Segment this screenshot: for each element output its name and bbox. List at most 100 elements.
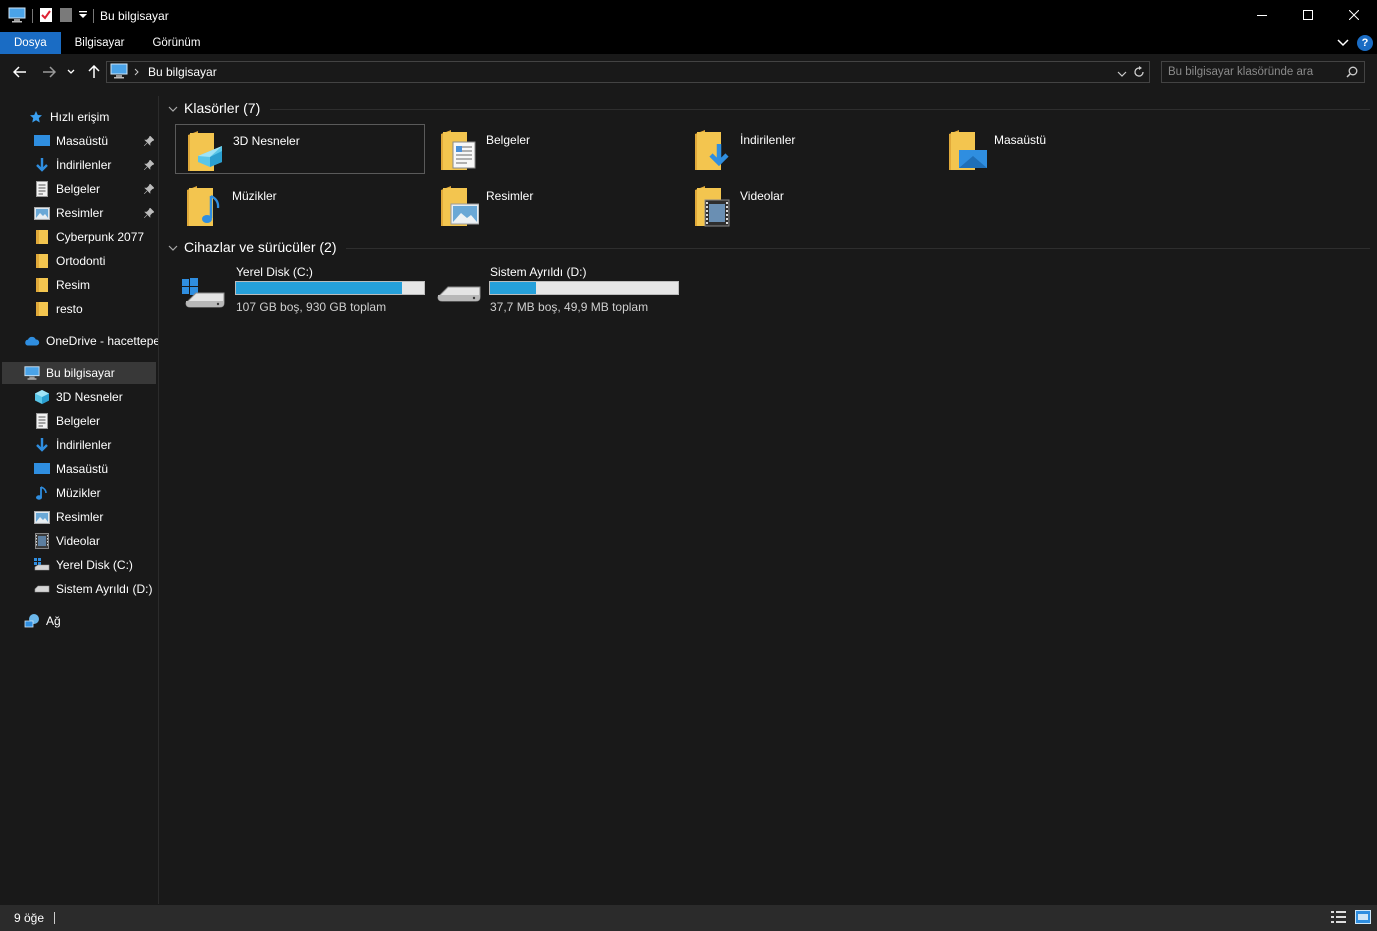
up-button[interactable] (84, 62, 104, 82)
search-icon[interactable] (1346, 66, 1358, 81)
sidebar-item-pc-documents[interactable]: Belgeler (34, 410, 158, 432)
sidebar-item-label: Müzikler (56, 486, 101, 500)
folder-tile-documents[interactable]: Belgeler (429, 124, 679, 174)
sidebar-item-label: Masaüstü (56, 462, 109, 476)
star-icon (28, 109, 44, 125)
sidebar-item-downloads[interactable]: İndirilenler (34, 154, 158, 176)
status-separator (54, 912, 56, 924)
expand-ribbon-icon[interactable] (1337, 36, 1349, 50)
folders-group-header[interactable]: Klasörler (7) (168, 100, 260, 116)
drive-tile-c[interactable]: Yerel Disk (C:) 107 GB boş, 930 GB topla… (180, 265, 430, 317)
address-dropdown-icon[interactable] (1117, 67, 1127, 81)
breadcrumb-this-pc[interactable]: Bu bilgisayar (148, 65, 217, 79)
pin-icon[interactable] (143, 207, 155, 221)
drive-tile-d[interactable]: Sistem Ayrıldı (D:) 37,7 MB boş, 49,9 MB… (434, 265, 684, 317)
folder-tile-music[interactable]: Müzikler (175, 180, 425, 230)
refresh-icon[interactable] (1133, 65, 1145, 82)
view-switcher (1331, 910, 1371, 927)
recent-locations-button[interactable] (64, 62, 78, 82)
3d-objects-icon (34, 389, 50, 405)
search-input[interactable] (1162, 66, 1337, 78)
maximize-button[interactable] (1285, 0, 1331, 30)
sidebar-item-pc-pictures[interactable]: Resimler (34, 506, 158, 528)
tab-gorunum[interactable]: Görünüm (138, 32, 214, 54)
navigation-pane: Hızlı erişim Masaüstü İndirilenler Belge… (0, 96, 159, 904)
window-title: Bu bilgisayar (100, 9, 169, 23)
picture-icon (34, 509, 50, 525)
sidebar-item-label: Ortodonti (56, 254, 106, 268)
devices-group-header[interactable]: Cihazlar ve sürücüler (2) (168, 239, 337, 255)
minimize-button[interactable] (1239, 0, 1285, 30)
close-button[interactable] (1331, 0, 1377, 30)
address-bar[interactable]: Bu bilgisayar (106, 61, 1150, 83)
back-button[interactable] (10, 62, 30, 82)
new-folder-icon[interactable] (59, 7, 73, 26)
sidebar-item-ortodonti[interactable]: Ortodonti (34, 250, 158, 272)
folder-tile-desktop[interactable]: Masaüstü (937, 124, 1187, 174)
tab-dosya[interactable]: Dosya (0, 32, 61, 54)
help-button[interactable]: ? (1357, 35, 1373, 51)
folder-tile-3d-objects[interactable]: 3D Nesneler (175, 124, 425, 174)
folder-icon (34, 253, 50, 269)
sidebar-item-pc-videos[interactable]: Videolar (34, 530, 158, 552)
chevron-down-icon[interactable] (168, 239, 178, 255)
title-bar: Bu bilgisayar (0, 0, 1377, 32)
folder-tile-pictures[interactable]: Resimler (429, 180, 679, 230)
sidebar-item-drive-c[interactable]: Yerel Disk (C:) (34, 554, 158, 576)
sidebar-item-label: Masaüstü (56, 134, 109, 148)
sidebar-item-label: Ağ (46, 614, 61, 628)
details-view-icon[interactable] (1331, 910, 1347, 927)
folder-tile-videos[interactable]: Videolar (683, 180, 933, 230)
sidebar-item-network[interactable]: Ağ (24, 610, 158, 632)
sidebar-item-this-pc[interactable]: Bu bilgisayar (2, 362, 156, 384)
sidebar-item-quick-access[interactable]: Hızlı erişim (28, 106, 158, 128)
sidebar-item-onedrive[interactable]: OneDrive - hacettepe (24, 330, 158, 352)
folder-label: İndirilenler (740, 133, 796, 147)
sidebar-item-cyberpunk[interactable]: Cyberpunk 2077 (34, 226, 158, 248)
sidebar-item-pictures[interactable]: Resimler (34, 202, 158, 224)
pin-icon[interactable] (143, 183, 155, 197)
search-box (1161, 61, 1365, 83)
customize-toolbar-icon[interactable] (79, 9, 87, 23)
sidebar-item-label: resto (56, 302, 83, 316)
music-folder-icon (185, 184, 225, 228)
sidebar-item-pc-music[interactable]: Müzikler (34, 482, 158, 504)
document-icon (34, 413, 50, 429)
pin-icon[interactable] (143, 159, 155, 173)
sidebar-item-3d-objects[interactable]: 3D Nesneler (34, 386, 158, 408)
network-icon (24, 613, 40, 629)
sidebar-item-label: Sistem Ayrıldı (D:) (56, 582, 153, 596)
ribbon-tabs: Dosya Bilgisayar Görünüm ? (0, 32, 1377, 54)
folder-tile-downloads[interactable]: İndirilenler (683, 124, 933, 174)
sidebar-item-label: Belgeler (56, 414, 101, 428)
sidebar-item-pc-desktop[interactable]: Masaüstü (34, 458, 158, 480)
pin-icon[interactable] (143, 135, 155, 149)
chevron-down-icon[interactable] (168, 100, 178, 116)
folder-label: Masaüstü (994, 133, 1047, 147)
sidebar-item-drive-d[interactable]: Sistem Ayrıldı (D:) (34, 578, 158, 600)
breadcrumb-chevron-icon[interactable] (134, 65, 140, 79)
documents-folder-icon (439, 128, 479, 172)
sidebar-item-resto[interactable]: resto (34, 298, 158, 320)
document-icon (34, 181, 50, 197)
tab-bilgisayar[interactable]: Bilgisayar (61, 32, 139, 54)
large-icons-view-icon[interactable] (1355, 910, 1371, 927)
sidebar-item-resim[interactable]: Resim (34, 274, 158, 296)
drive-icon (34, 557, 50, 573)
folder-label: Müzikler (232, 189, 277, 203)
group-title: Klasörler (7) (184, 100, 261, 116)
folder-icon (34, 277, 50, 293)
forward-button[interactable] (39, 62, 59, 82)
sidebar-item-documents[interactable]: Belgeler (34, 178, 158, 200)
drive-usage-bar (235, 281, 425, 295)
sidebar-item-desktop[interactable]: Masaüstü (34, 130, 158, 152)
sidebar-item-pc-downloads[interactable]: İndirilenler (34, 434, 158, 456)
desktop-icon (34, 133, 50, 149)
windows-drive-icon (182, 271, 228, 311)
video-icon (34, 533, 50, 549)
desktop-folder-icon (947, 128, 987, 172)
music-icon (34, 485, 50, 501)
properties-icon[interactable] (39, 7, 53, 26)
cloud-icon (24, 333, 40, 349)
3d-objects-folder-icon (186, 129, 226, 173)
